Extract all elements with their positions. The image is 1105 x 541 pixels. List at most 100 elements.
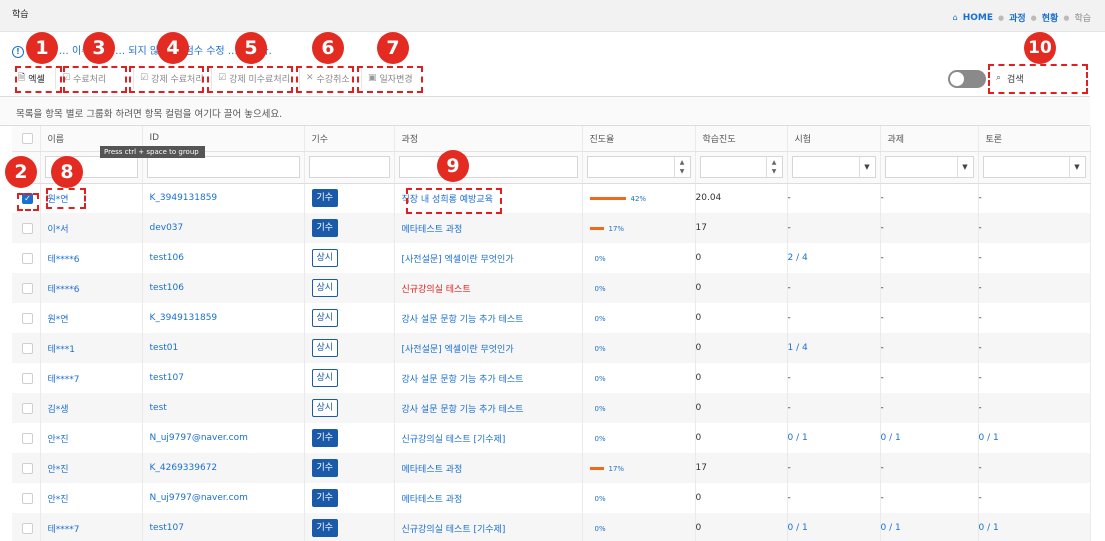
- learner-name-link[interactable]: 안*진: [48, 465, 69, 475]
- row-checkbox[interactable]: [22, 372, 33, 384]
- task-cell[interactable]: 0 / 1: [880, 513, 979, 541]
- learner-id-link[interactable]: dev037: [150, 223, 184, 233]
- table-row[interactable]: 안*진 K_4269339672 기수 메타테스트 과정 17% 17- - -: [12, 453, 1091, 483]
- col-header-exam[interactable]: 시험: [787, 126, 881, 152]
- table-row[interactable]: 테****7 test107 상시 강사 설문 문항 기능 추가 테스트 0% 0- - -: [12, 363, 1091, 393]
- col-header-course[interactable]: 과정: [394, 126, 583, 152]
- table-row[interactable]: 테***1 test01 상시 [사전설문] 엑셀이란 무엇인가 0% 0 1 / 4--: [12, 333, 1091, 363]
- row-select-cell[interactable]: [12, 303, 41, 333]
- row-select-cell[interactable]: [12, 423, 41, 453]
- row-checkbox[interactable]: [22, 312, 33, 324]
- learner-id-link[interactable]: N_uj9797@naver.com: [150, 433, 248, 443]
- table-row[interactable]: 테****6 test106 상시 신규강의실 테스트 0% 0- - -: [12, 273, 1091, 303]
- learner-id-link[interactable]: test106: [150, 253, 184, 263]
- row-select-cell[interactable]: [12, 333, 41, 363]
- table-row[interactable]: 원*연 K_3949131859 상시 강사 설문 문항 기능 추가 테스트 0% 0- -…: [12, 303, 1091, 333]
- row-select-cell[interactable]: [12, 393, 41, 423]
- learner-name-link[interactable]: 안*진: [48, 495, 69, 505]
- course-link[interactable]: 강사 설문 문항 기능 추가 테스트: [402, 315, 524, 325]
- spinner-icon[interactable]: ▲ ▼: [673, 157, 690, 177]
- id-filter-input[interactable]: [146, 156, 300, 178]
- learner-name-link[interactable]: 테***1: [48, 345, 76, 355]
- task-filter-select[interactable]: ▼: [884, 156, 974, 178]
- study-filter-input[interactable]: ▲ ▼: [699, 156, 783, 178]
- learner-name-link[interactable]: 테****6: [48, 255, 80, 265]
- col-header-progress[interactable]: 진도율: [582, 126, 696, 152]
- course-link[interactable]: 강사 설문 문항 기능 추가 테스트: [402, 375, 524, 385]
- course-link[interactable]: 신규강의실 테스트 [기수제]: [402, 525, 506, 535]
- course-link[interactable]: 메타테스트 과정: [402, 225, 463, 235]
- course-link[interactable]: 신규강의실 테스트 [기수제]: [402, 435, 506, 445]
- learner-name-link[interactable]: 테****7: [48, 375, 80, 385]
- row-checkbox[interactable]: [22, 522, 33, 534]
- exam-cell[interactable]: 2 / 4: [787, 243, 881, 273]
- course-link[interactable]: [사전설문] 엑셀이란 무엇인가: [402, 255, 514, 265]
- row-select-cell[interactable]: [12, 273, 41, 303]
- progress-filter-input[interactable]: ▲ ▼: [586, 156, 691, 178]
- row-select-cell[interactable]: [12, 213, 41, 243]
- row-checkbox[interactable]: [22, 222, 33, 234]
- select-all-checkbox[interactable]: [22, 132, 33, 144]
- learner-name-link[interactable]: 테****7: [48, 525, 80, 535]
- row-checkbox[interactable]: [22, 342, 33, 354]
- row-checkbox[interactable]: [22, 462, 33, 474]
- learner-name-link[interactable]: 원*연: [48, 315, 69, 325]
- row-select-cell[interactable]: [12, 483, 41, 513]
- learner-id-link[interactable]: test106: [150, 283, 184, 293]
- learner-id-link[interactable]: test01: [150, 343, 179, 353]
- col-header-task[interactable]: 과제: [880, 126, 979, 152]
- table-row[interactable]: ✓ 원*연 K_3949131859 기수 직장 내 성희롱 예방교육 42% 20.04-…: [12, 183, 1091, 213]
- learner-name-link[interactable]: 테****6: [48, 285, 80, 295]
- breadcrumb-course[interactable]: 과정: [1009, 11, 1026, 24]
- select-all-header[interactable]: [12, 126, 41, 152]
- table-row[interactable]: 김*생 test 상시 강사 설문 문항 기능 추가 테스트 0% 0- - -: [12, 393, 1091, 423]
- spinner-icon[interactable]: ▲ ▼: [765, 157, 782, 177]
- course-link[interactable]: [사전설문] 엑셀이란 무엇인가: [402, 345, 514, 355]
- table-row[interactable]: 안*진 N_uj9797@naver.com 기수 신규강의실 테스트 [기수제] 0%…: [12, 423, 1091, 453]
- table-row[interactable]: 이*서 dev037 기수 메타테스트 과정 17% 17- - -: [12, 213, 1091, 243]
- view-toggle[interactable]: [948, 70, 986, 88]
- exam-cell[interactable]: 0 / 1: [787, 513, 881, 541]
- learner-id-link[interactable]: test: [150, 403, 167, 413]
- table-row[interactable]: 테****7 test107 기수 신규강의실 테스트 [기수제] 0% 0 0 / 10 …: [12, 513, 1091, 541]
- group-drop-zone[interactable]: 목록을 항목 별로 그룹화 하려면 항목 컬럼을 여기다 끌어 놓으세요.: [0, 96, 1090, 126]
- row-select-cell[interactable]: [12, 513, 41, 541]
- task-cell[interactable]: 0 / 1: [880, 423, 979, 453]
- col-header-discussion[interactable]: 토론: [978, 126, 1091, 152]
- row-select-cell[interactable]: [12, 363, 41, 393]
- table-row[interactable]: 테****6 test106 상시 [사전설문] 엑셀이란 무엇인가 0% 0 2 / 4-…: [12, 243, 1091, 273]
- learner-id-link[interactable]: test107: [150, 373, 184, 383]
- table-row[interactable]: 안*진 N_uj9797@naver.com 기수 메타테스트 과정 0% 0- - -: [12, 483, 1091, 513]
- row-select-cell[interactable]: [12, 453, 41, 483]
- breadcrumb-status[interactable]: 현황: [1042, 11, 1059, 24]
- course-link[interactable]: 메타테스트 과정: [402, 495, 463, 505]
- learner-name-link[interactable]: 김*생: [48, 405, 69, 415]
- row-checkbox[interactable]: [22, 282, 33, 294]
- row-select-cell[interactable]: [12, 243, 41, 273]
- course-filter-input[interactable]: [398, 156, 578, 178]
- row-checkbox[interactable]: [22, 402, 33, 414]
- course-link[interactable]: 강사 설문 문항 기능 추가 테스트: [402, 405, 524, 415]
- col-header-study[interactable]: 학습진도: [695, 126, 788, 152]
- gisu-filter-input[interactable]: [308, 156, 390, 178]
- learner-id-link[interactable]: K_4269339672: [150, 463, 218, 473]
- discussion-cell[interactable]: 0 / 1: [978, 513, 1091, 541]
- learner-name-link[interactable]: 이*서: [48, 225, 69, 235]
- exam-filter-select[interactable]: ▼: [791, 156, 876, 178]
- discussion-cell[interactable]: 0 / 1: [978, 423, 1091, 453]
- course-link[interactable]: 메타테스트 과정: [402, 465, 463, 475]
- learner-id-link[interactable]: N_uj9797@naver.com: [150, 493, 248, 503]
- row-checkbox[interactable]: [22, 252, 33, 264]
- learner-id-link[interactable]: test107: [150, 523, 184, 533]
- learner-name-link[interactable]: 안*진: [48, 435, 69, 445]
- learner-id-link[interactable]: K_3949131859: [150, 313, 218, 323]
- discussion-filter-select[interactable]: ▼: [982, 156, 1086, 178]
- col-header-gisu[interactable]: 기수: [304, 126, 395, 152]
- course-link[interactable]: 신규강의실 테스트: [402, 285, 471, 295]
- exam-cell[interactable]: 0 / 1: [787, 423, 881, 453]
- row-checkbox[interactable]: [22, 432, 33, 444]
- learner-id-link[interactable]: K_3949131859: [150, 193, 218, 203]
- exam-cell[interactable]: 1 / 4: [787, 333, 881, 363]
- row-checkbox[interactable]: [22, 492, 33, 504]
- breadcrumb-home[interactable]: HOME: [963, 13, 993, 23]
